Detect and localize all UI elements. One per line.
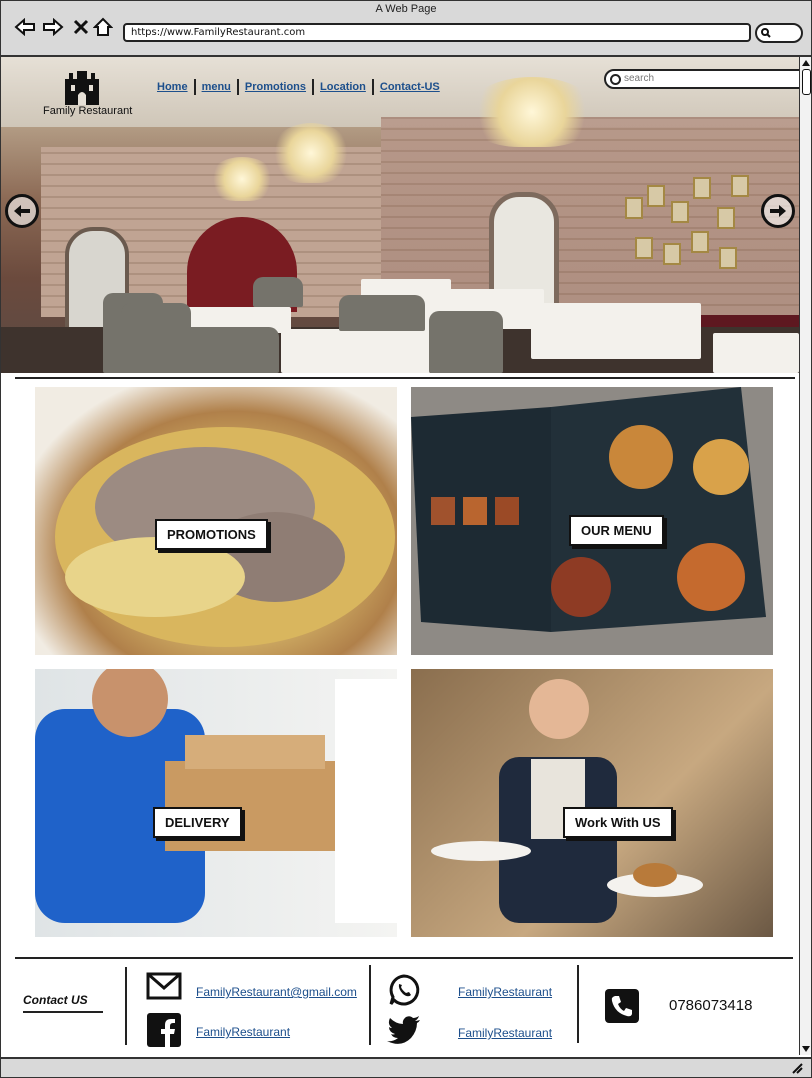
our-menu-tile[interactable]: OUR MENU <box>411 387 773 655</box>
browser-search-box[interactable] <box>755 23 803 43</box>
site-header: Family Restaurant Home menu Promotions L… <box>1 57 799 123</box>
back-arrow-icon[interactable] <box>13 15 37 39</box>
footer-divider-3 <box>577 965 579 1043</box>
footer-divider <box>15 957 793 959</box>
contact-us-heading: Contact US <box>23 993 88 1007</box>
vertical-scrollbar[interactable] <box>799 57 811 1055</box>
delivery-photo <box>35 669 397 923</box>
delivery-label: DELIVERY <box>153 807 242 838</box>
carousel-prev-button[interactable] <box>5 194 39 228</box>
forward-arrow-icon[interactable] <box>41 15 65 39</box>
scrollbar-thumb[interactable] <box>802 69 811 95</box>
search-icon <box>610 74 621 85</box>
hero-carousel: Family Restaurant Home menu Promotions L… <box>1 57 799 373</box>
phone-number: 0786073418 <box>669 997 753 1014</box>
promotions-tile[interactable]: PROMOTIONS <box>35 387 397 655</box>
nav-contact-us[interactable]: Contact-US <box>374 81 446 93</box>
search-icon <box>761 28 771 38</box>
mail-icon[interactable] <box>145 971 183 1001</box>
nav-promotions[interactable]: Promotions <box>239 81 312 93</box>
nav-home[interactable]: Home <box>151 81 194 93</box>
carousel-next-button[interactable] <box>761 194 795 228</box>
footer-divider-2 <box>369 965 371 1045</box>
section-divider <box>15 377 795 379</box>
address-bar[interactable]: https://www.FamilyRestaurant.com <box>123 23 751 42</box>
browser-window: A Web Page https://www.FamilyRestaurant.… <box>0 0 812 1078</box>
wall-frames <box>619 167 749 277</box>
facebook-icon[interactable] <box>147 1013 181 1047</box>
scroll-up-icon[interactable] <box>802 59 810 67</box>
site-search-input[interactable]: search <box>604 69 799 89</box>
work-with-us-tile[interactable]: Work With US <box>411 669 773 937</box>
window-title: A Web Page <box>375 3 437 15</box>
work-with-us-label: Work With US <box>563 807 673 838</box>
status-bar <box>1 1057 811 1077</box>
waiter-photo <box>431 679 703 923</box>
nav-menu[interactable]: menu <box>196 81 237 93</box>
scroll-down-icon[interactable] <box>802 1045 810 1053</box>
promotions-label: PROMOTIONS <box>155 519 268 550</box>
home-icon[interactable] <box>91 15 115 39</box>
phone-icon[interactable] <box>605 989 639 1023</box>
whatsapp-link[interactable]: FamilyRestaurant <box>458 985 552 999</box>
search-placeholder: search <box>624 73 655 84</box>
footer-divider-1 <box>125 967 127 1045</box>
twitter-icon[interactable] <box>387 1015 421 1045</box>
browser-toolbar: A Web Page https://www.FamilyRestaurant.… <box>1 1 811 57</box>
arrow-right-icon <box>770 205 786 217</box>
brand-name: Family Restaurant <box>43 105 133 117</box>
twitter-link[interactable]: FamilyRestaurant <box>458 1026 552 1040</box>
arrow-left-icon <box>14 205 30 217</box>
our-menu-label: OUR MENU <box>569 515 664 546</box>
close-icon[interactable] <box>69 15 93 39</box>
nav-location[interactable]: Location <box>314 81 372 93</box>
delivery-tile[interactable]: DELIVERY <box>35 669 397 937</box>
resize-grip-icon[interactable] <box>791 1062 803 1074</box>
whatsapp-icon[interactable] <box>387 973 421 1007</box>
email-link[interactable]: FamilyRestaurant@gmail.com <box>196 985 357 999</box>
castle-icon[interactable] <box>63 69 101 105</box>
facebook-link[interactable]: FamilyRestaurant <box>196 1025 290 1039</box>
main-nav: Home menu Promotions Location Contact-US <box>151 79 446 95</box>
